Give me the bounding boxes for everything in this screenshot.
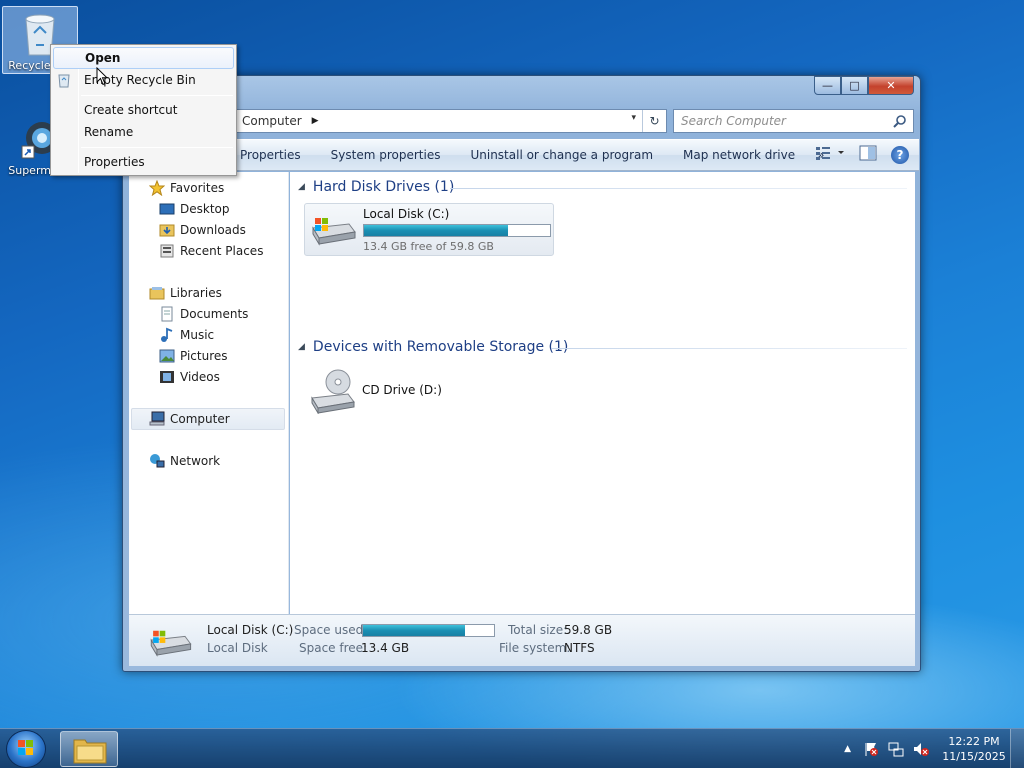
nav-pictures[interactable]: Pictures xyxy=(159,348,228,364)
breadcrumb-computer[interactable]: Computer xyxy=(242,114,302,128)
search-placeholder: Search Computer xyxy=(681,114,786,128)
recycle-bin-small-icon xyxy=(57,72,71,91)
menu-item-open[interactable]: Open xyxy=(53,47,234,69)
group-header-hard-disk-drives[interactable]: ◢ Hard Disk Drives (1) xyxy=(298,179,454,195)
show-desktop-button[interactable] xyxy=(1010,729,1024,768)
network-icon xyxy=(149,453,165,469)
address-row: Computer ▶ ▾ ↻ Search Computer xyxy=(129,109,914,133)
collapse-icon[interactable]: ◢ xyxy=(298,182,305,192)
details-pane: Local Disk (C:) Local Disk Space used: S… xyxy=(129,614,915,666)
group-divider xyxy=(552,348,907,349)
details-usage-bar xyxy=(362,624,495,637)
context-menu: Open Empty Recycle Bin Create shortcut R… xyxy=(50,44,237,176)
downloads-folder-icon xyxy=(159,222,175,238)
content-pane: ◢ Hard Disk Drives (1) Local Disk (C:) 1… xyxy=(290,172,915,614)
nav-downloads[interactable]: Downloads xyxy=(159,222,246,238)
volume-muted-icon[interactable] xyxy=(913,741,929,757)
drive-usage-fill xyxy=(364,225,509,236)
menu-item-rename[interactable]: Rename xyxy=(53,121,234,143)
clock-time: 12:22 PM xyxy=(948,735,1000,748)
menu-item-create-shortcut[interactable]: Create shortcut xyxy=(53,99,234,121)
close-button[interactable]: ✕ xyxy=(868,76,914,95)
nav-desktop[interactable]: Desktop xyxy=(159,201,230,217)
address-dropdown-icon[interactable]: ▾ xyxy=(631,113,636,123)
menu-separator xyxy=(81,95,233,96)
command-bar: Properties System properties Uninstall o… xyxy=(124,139,919,171)
explorer-window: — □ ✕ Computer ▶ ▾ ↻ Search Computer Pro… xyxy=(122,75,921,672)
drive-usage-bar xyxy=(363,224,551,237)
change-view-icon[interactable] xyxy=(815,146,845,163)
folder-icon xyxy=(73,739,107,764)
menu-item-properties[interactable]: Properties xyxy=(53,151,234,173)
hard-drive-icon xyxy=(309,214,357,255)
space-free-value: 13.4 GB xyxy=(361,641,410,655)
system-tray: ▲ 12:22 PM 11/15/2025 xyxy=(844,729,1024,768)
recent-places-icon xyxy=(159,243,175,259)
preview-pane-icon[interactable] xyxy=(859,145,877,164)
star-icon xyxy=(148,179,166,197)
start-button[interactable] xyxy=(6,730,46,768)
collapse-icon[interactable]: ◢ xyxy=(298,342,305,352)
clock[interactable]: 12:22 PM 11/15/2025 xyxy=(938,734,1010,764)
taskbar: ▲ 12:22 PM 11/15/2025 xyxy=(0,728,1024,768)
drive-name: CD Drive (D:) xyxy=(362,383,442,397)
libraries-icon xyxy=(149,285,165,301)
file-system-value: NTFS xyxy=(564,641,595,655)
total-size-label: Total size: xyxy=(508,623,568,637)
map-network-drive-button[interactable]: Map network drive xyxy=(683,148,795,162)
uninstall-program-button[interactable]: Uninstall or change a program xyxy=(470,148,653,162)
space-free-label: Space free: xyxy=(299,641,368,655)
nav-computer[interactable]: Computer xyxy=(149,411,230,427)
help-icon[interactable]: ? xyxy=(891,145,909,164)
clock-date: 11/15/2025 xyxy=(942,750,1006,763)
drive-tile-d[interactable]: CD Drive (D:) xyxy=(304,366,504,418)
minimize-button[interactable]: — xyxy=(814,76,841,95)
desktop-icon xyxy=(159,201,175,217)
properties-button[interactable]: Properties xyxy=(240,148,301,162)
nav-videos[interactable]: Videos xyxy=(159,369,220,385)
system-properties-button[interactable]: System properties xyxy=(331,148,441,162)
nav-documents[interactable]: Documents xyxy=(159,306,248,322)
details-type: Local Disk xyxy=(207,641,268,655)
drive-name: Local Disk (C:) xyxy=(363,207,450,221)
tray-expand-icon[interactable]: ▲ xyxy=(844,744,851,754)
mouse-cursor-icon xyxy=(96,67,108,86)
group-divider xyxy=(450,188,907,189)
nav-libraries[interactable]: Libraries xyxy=(149,285,222,301)
menu-separator xyxy=(81,147,233,148)
details-drive-icon xyxy=(147,627,193,660)
documents-icon xyxy=(159,306,175,322)
computer-icon xyxy=(149,411,165,427)
music-icon xyxy=(159,327,175,343)
details-name: Local Disk (C:) xyxy=(207,623,294,637)
breadcrumb-arrow-icon[interactable]: ▶ xyxy=(312,116,319,126)
menu-item-empty-recycle-bin[interactable]: Empty Recycle Bin xyxy=(53,69,234,91)
cd-drive-icon xyxy=(308,368,356,418)
navigation-pane: Favorites Desktop Downloads Recent Place… xyxy=(129,172,289,614)
pictures-icon xyxy=(159,348,175,364)
refresh-icon[interactable]: ↻ xyxy=(642,110,666,132)
taskbar-explorer-button[interactable] xyxy=(60,731,118,767)
maximize-button[interactable]: □ xyxy=(841,76,868,95)
total-size-value: 59.8 GB xyxy=(564,623,613,637)
file-system-label: File system: xyxy=(499,641,571,655)
nav-network[interactable]: Network xyxy=(149,453,220,469)
search-input[interactable]: Search Computer xyxy=(673,109,914,133)
nav-recent-places[interactable]: Recent Places xyxy=(159,243,263,259)
drive-free-space: 13.4 GB free of 59.8 GB xyxy=(363,240,494,253)
network-tray-icon[interactable] xyxy=(888,741,904,757)
videos-icon xyxy=(159,369,175,385)
windows-logo-icon xyxy=(18,740,33,755)
details-usage-fill xyxy=(363,625,465,636)
search-icon[interactable] xyxy=(893,114,907,128)
caption-buttons: — □ ✕ xyxy=(814,76,914,95)
space-used-label: Space used: xyxy=(294,623,368,637)
nav-favorites[interactable]: Favorites xyxy=(148,179,224,197)
group-header-removable-storage[interactable]: ◢ Devices with Removable Storage (1) xyxy=(298,339,568,355)
action-center-flag-icon[interactable] xyxy=(863,741,879,757)
drive-tile-c[interactable]: Local Disk (C:) 13.4 GB free of 59.8 GB xyxy=(304,203,554,256)
nav-music[interactable]: Music xyxy=(159,327,214,343)
